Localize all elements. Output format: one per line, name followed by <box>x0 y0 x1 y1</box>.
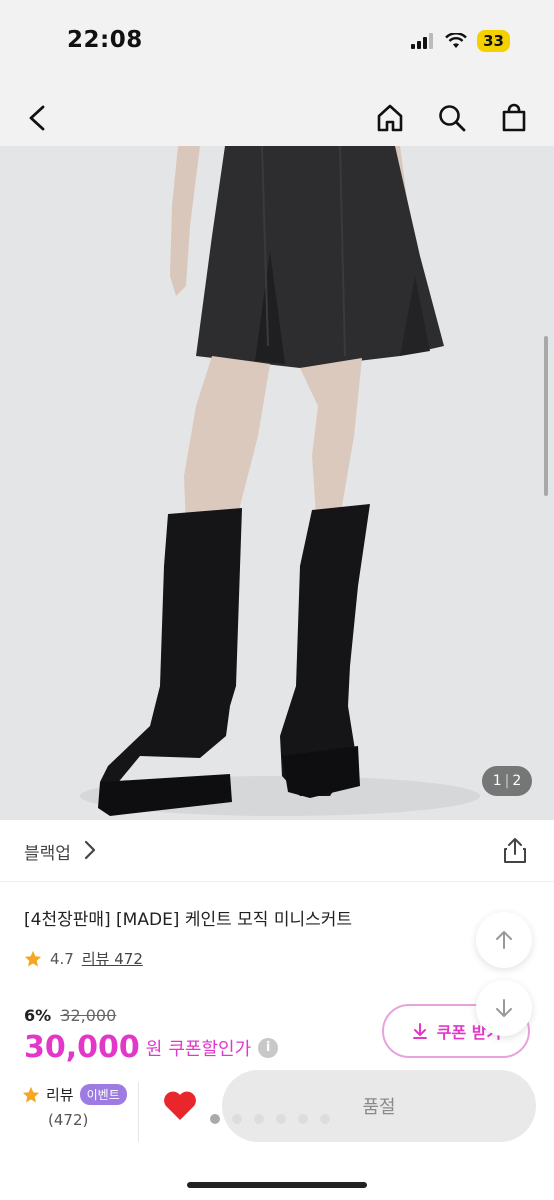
share-icon[interactable] <box>502 836 528 864</box>
star-icon <box>24 950 42 966</box>
divider <box>138 1082 139 1142</box>
image-counter-total: 2 <box>512 773 522 789</box>
final-price: 30,000 <box>24 1030 140 1065</box>
heart-icon[interactable] <box>162 1090 198 1122</box>
rating-value: 4.7 <box>50 949 74 968</box>
shopping-bag-icon <box>502 103 526 132</box>
page-dot <box>320 1114 330 1124</box>
nav-bar <box>0 90 554 146</box>
event-badge: 이벤트 <box>79 1084 127 1105</box>
bottom-action-bar: 리뷰 이벤트 (472) 품절 <box>0 1064 554 1200</box>
star-icon <box>22 1086 40 1102</box>
brand-name-link[interactable]: 블랙업 <box>24 839 71 864</box>
page-dot <box>232 1114 242 1124</box>
home-button[interactable] <box>370 96 410 140</box>
scroll-top-button[interactable] <box>476 912 532 968</box>
arrow-down-icon <box>496 999 512 1017</box>
review-summary-label: 리뷰 <box>46 1086 74 1104</box>
search-icon <box>439 105 466 132</box>
image-counter: 1 | 2 <box>482 766 532 796</box>
page-dot <box>254 1114 264 1124</box>
product-title: [4천장판매] [MADE] 케인트 모직 미니스커트 <box>24 910 353 930</box>
image-counter-current: 1 <box>492 773 502 789</box>
page-dots <box>210 1114 330 1124</box>
download-icon <box>412 1023 427 1039</box>
cart-button[interactable] <box>494 96 534 140</box>
status-bar: 22:08 33 <box>0 0 554 90</box>
scroll-indicator[interactable] <box>544 336 548 496</box>
discount-row: 6% 32,000 <box>24 1006 116 1025</box>
currency-label: 원 <box>145 1038 163 1060</box>
home-icon <box>377 104 403 132</box>
home-indicator[interactable] <box>187 1182 367 1188</box>
sold-out-button[interactable]: 품절 <box>222 1070 536 1142</box>
search-button[interactable] <box>432 96 472 140</box>
chevron-right-icon[interactable] <box>82 838 98 862</box>
page-dot <box>298 1114 308 1124</box>
brand-row: 블랙업 <box>0 820 554 882</box>
review-summary-count: (472) <box>48 1111 89 1129</box>
review-summary[interactable]: 리뷰 이벤트 <box>22 1084 127 1105</box>
rating-row: 4.7 리뷰 472 <box>24 948 143 969</box>
battery-indicator: 33 <box>477 30 510 52</box>
back-arrow-icon <box>29 105 45 131</box>
review-count-link[interactable]: 리뷰 472 <box>82 948 143 969</box>
product-photo <box>0 146 554 820</box>
product-image[interactable] <box>0 146 554 820</box>
image-counter-separator: | <box>504 773 510 789</box>
signal-icon <box>411 33 434 49</box>
price-row: 30,000 원 쿠폰할인가 i <box>24 1030 279 1065</box>
info-icon[interactable]: i <box>258 1037 279 1058</box>
wifi-icon <box>445 33 467 48</box>
original-price: 32,000 <box>60 1006 117 1025</box>
coupon-price-label: 쿠폰할인가 <box>168 1038 252 1060</box>
arrow-up-icon <box>496 931 512 949</box>
discount-rate: 6% <box>24 1006 52 1025</box>
status-time: 22:08 <box>67 27 143 53</box>
scroll-bottom-button[interactable] <box>476 980 532 1036</box>
status-icons: 33 <box>411 30 510 52</box>
page-dot <box>210 1114 220 1124</box>
back-button[interactable] <box>18 96 58 140</box>
page-dot <box>276 1114 286 1124</box>
